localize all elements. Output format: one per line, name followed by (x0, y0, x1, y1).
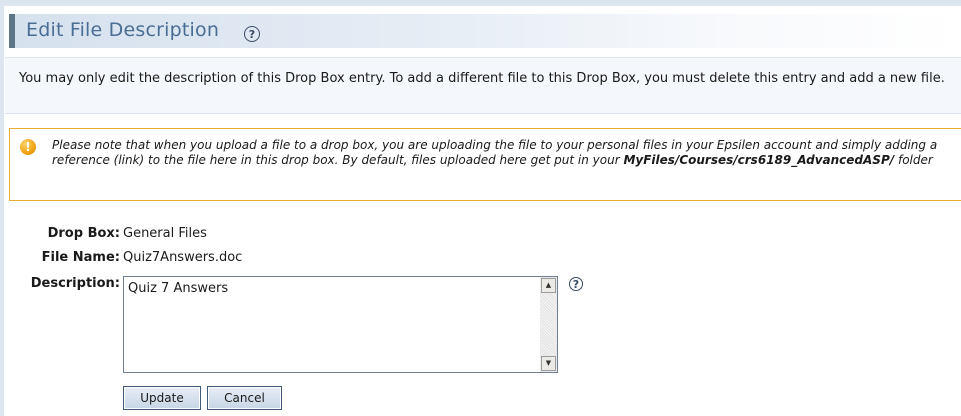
left-border (0, 0, 4, 416)
description-text[interactable]: Quiz 7 Answers (128, 281, 228, 296)
file-name-value: Quiz7Answers.doc (123, 250, 243, 265)
page-header: Edit File Description ? (9, 14, 961, 48)
header-accent-bar (9, 14, 15, 48)
notice-folder-path: MyFiles/Courses/crs6189_AdvancedASP/ (623, 152, 895, 167)
notice-text: Please note that when you upload a file … (52, 138, 961, 167)
notice-text-after: folder (897, 152, 933, 167)
description-textarea[interactable]: Quiz 7 Answers ▲ ▼ (123, 276, 558, 373)
question-circle-icon[interactable]: ? (244, 26, 260, 42)
intro-panel: You may only edit the description of thi… (5, 57, 961, 114)
description-label: Description: (30, 276, 120, 291)
scroll-up-icon[interactable]: ▲ (541, 278, 556, 293)
top-border (0, 0, 961, 6)
intro-text: You may only edit the description of thi… (19, 71, 945, 86)
notice-panel: ! Please note that when you upload a fil… (9, 128, 961, 201)
scroll-down-icon[interactable]: ▼ (541, 356, 556, 371)
warning-icon: ! (20, 139, 36, 155)
textarea-scrollbar[interactable]: ▲ ▼ (540, 277, 557, 372)
page-title: Edit File Description (26, 19, 220, 41)
drop-box-value: General Files (123, 226, 207, 241)
update-button[interactable]: Update (123, 386, 201, 410)
cancel-button[interactable]: Cancel (207, 386, 282, 410)
file-name-label: File Name: (41, 250, 120, 265)
description-help-icon[interactable]: ? (569, 277, 583, 291)
drop-box-label: Drop Box: (47, 226, 120, 241)
